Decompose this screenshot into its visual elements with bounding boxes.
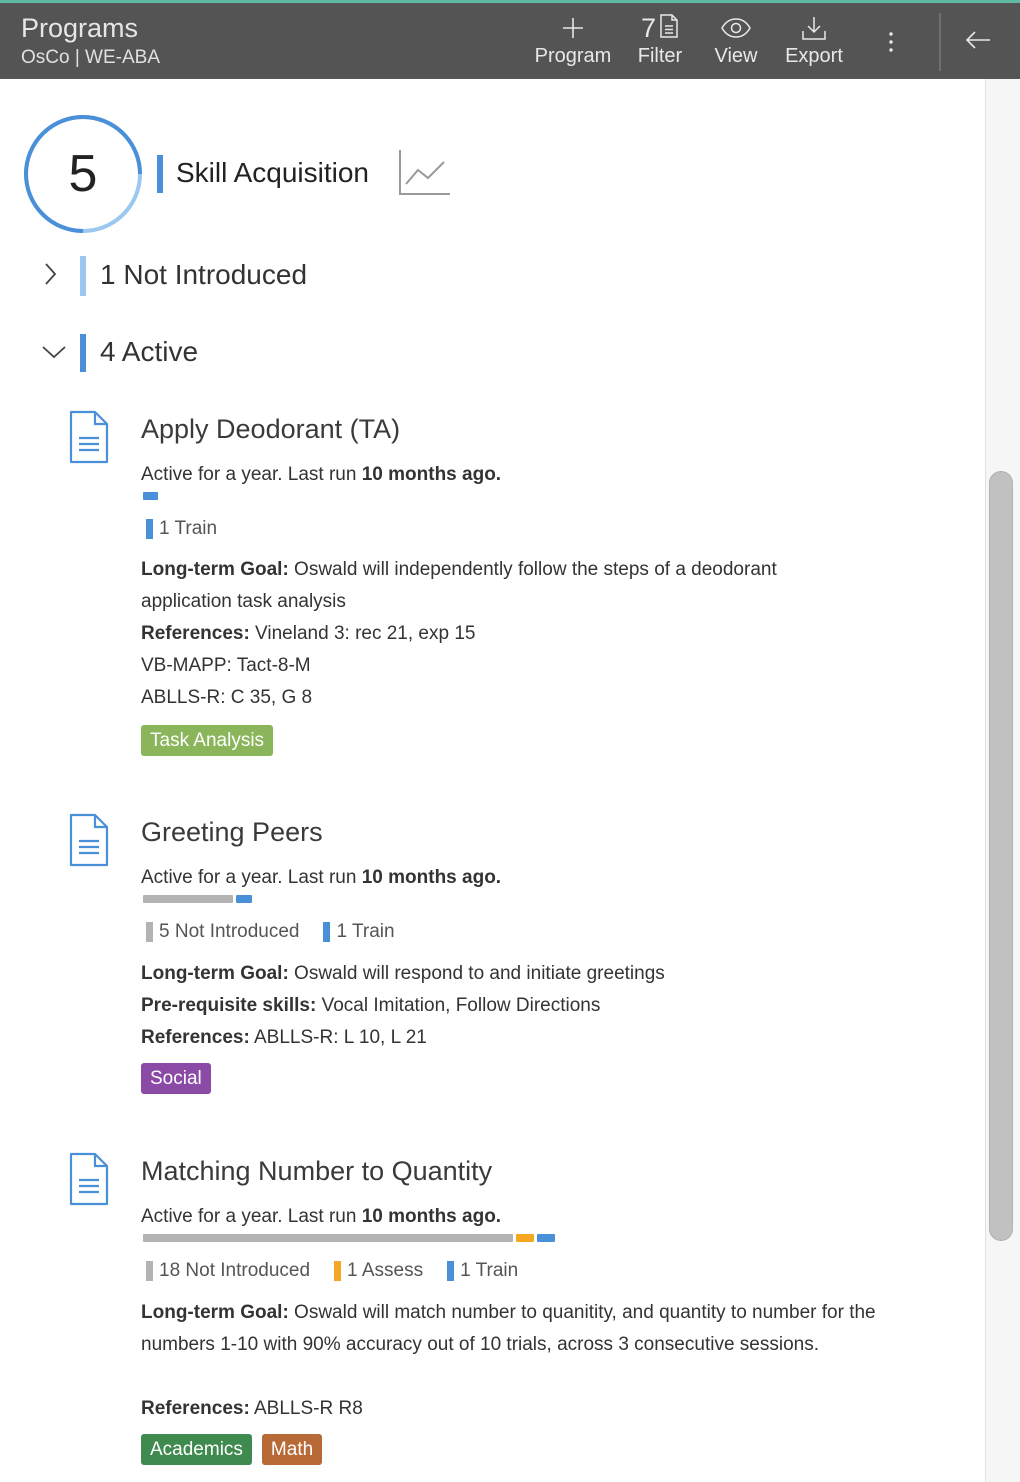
references-line-2: VB-MAPP: Tact-8-M (141, 655, 311, 676)
long-term-goal-continued: numbers 1-10 with 90% accuracy out of 10… (141, 1334, 819, 1355)
program-details: Long-term Goal: Oswald will match number… (141, 1297, 876, 1361)
group-active-label[interactable]: 4 Active (100, 336, 198, 368)
program-tags: Social (141, 1063, 211, 1094)
status-legend: 5 Not Introduced 1 Train (146, 921, 419, 943)
arrow-left-icon (965, 23, 991, 57)
group-not-introduced-label[interactable]: 1 Not Introduced (100, 259, 307, 291)
tag-social[interactable]: Social (141, 1063, 211, 1094)
line-chart-icon[interactable] (398, 148, 452, 201)
progress-segment-not-introduced (143, 895, 233, 903)
progress-segment-train (236, 895, 252, 903)
references-line-3: ABLLS-R: C 35, G 8 (141, 687, 313, 708)
export-button[interactable]: Export (784, 11, 844, 73)
program-references: References: ABLLS-R R8 (141, 1393, 363, 1425)
legend-item-not-introduced: 18 Not Introduced (146, 1260, 310, 1282)
status-progress-bar (143, 895, 252, 903)
long-term-goal: Long-term Goal: Oswald will independentl… (141, 559, 777, 580)
section-title: Skill Acquisition (176, 157, 369, 188)
program-details: Long-term Goal: Oswald will respond to a… (141, 958, 665, 1054)
legend-item-train: 1 Train (146, 518, 217, 540)
progress-segment-not-introduced (143, 1234, 513, 1242)
more-options-button[interactable] (878, 25, 904, 87)
long-term-goal-continued: application task analysis (141, 591, 346, 612)
export-label: Export (785, 45, 843, 67)
filter-button[interactable]: 7 Filter (632, 11, 688, 73)
tag-task-analysis[interactable]: Task Analysis (141, 725, 274, 756)
long-term-goal: Long-term Goal: Oswald will respond to a… (141, 963, 665, 984)
chevron-right-icon (40, 261, 58, 292)
references: References: Vineland 3: rec 21, exp 15 (141, 623, 476, 644)
group-active-toggle[interactable] (40, 333, 68, 373)
references: References: ABLLS-R: L 10, L 21 (141, 1027, 427, 1048)
add-program-button[interactable]: Program (534, 11, 612, 73)
plus-icon (562, 11, 584, 45)
status-legend: 1 Train (146, 518, 241, 540)
group-marker-not-introduced (80, 256, 86, 296)
page-title: Programs (21, 13, 139, 43)
long-term-goal: Long-term Goal: Oswald will match number… (141, 1302, 876, 1323)
group-marker-active (80, 334, 86, 372)
program-tags: Task Analysis (141, 725, 274, 756)
page-subtitle: OsCo | WE-ABA (21, 47, 161, 68)
scrollbar-thumb[interactable] (989, 471, 1013, 1241)
tag-math[interactable]: Math (261, 1434, 323, 1465)
program-title[interactable]: Matching Number to Quantity (141, 1156, 492, 1187)
download-icon (801, 11, 827, 45)
legend-item-not-introduced: 5 Not Introduced (146, 921, 299, 943)
program-activity: Active for a year. Last run 10 months ag… (141, 867, 502, 888)
program-title[interactable]: Greeting Peers (141, 817, 323, 848)
app-header: Programs OsCo | WE-ABA Program 7 Filter … (0, 3, 1020, 79)
legend-item-assess: 1 Assess (334, 1260, 423, 1282)
group-not-introduced-toggle[interactable] (40, 256, 58, 296)
view-button[interactable]: View (710, 11, 762, 73)
progress-segment-train (143, 492, 158, 500)
add-program-label: Program (534, 45, 612, 67)
header-divider (939, 13, 941, 71)
document-filter-icon (659, 13, 679, 43)
tag-academics[interactable]: Academics (141, 1434, 252, 1465)
eye-icon (721, 11, 751, 45)
references: References: ABLLS-R R8 (141, 1398, 363, 1419)
document-icon (68, 1152, 110, 1211)
status-progress-bar (143, 492, 158, 500)
chevron-down-icon (40, 341, 68, 366)
program-title[interactable]: Apply Deodorant (TA) (141, 414, 400, 445)
document-icon (68, 410, 110, 469)
more-vertical-icon (888, 25, 894, 59)
program-activity: Active for a year. Last run 10 months ag… (141, 1206, 502, 1227)
legend-item-train: 1 Train (447, 1260, 518, 1282)
back-button[interactable] (962, 23, 994, 85)
progress-segment-assess (516, 1234, 534, 1242)
filter-count: 7 (640, 12, 657, 43)
section-marker (157, 155, 163, 193)
program-tags: Academics Math (141, 1434, 323, 1465)
status-progress-bar (143, 1234, 555, 1242)
document-icon (68, 813, 110, 872)
program-count: 5 (68, 145, 98, 203)
view-label: View (714, 45, 758, 67)
program-activity: Active for a year. Last run 10 months ag… (141, 464, 502, 485)
prerequisite-skills: Pre-requisite skills: Vocal Imitation, F… (141, 995, 601, 1016)
progress-segment-train (537, 1234, 555, 1242)
program-details: Long-term Goal: Oswald will independentl… (141, 554, 777, 714)
status-legend: 18 Not Introduced 1 Assess 1 Train (146, 1260, 542, 1282)
filter-label: Filter (637, 45, 683, 67)
legend-item-train: 1 Train (323, 921, 395, 943)
